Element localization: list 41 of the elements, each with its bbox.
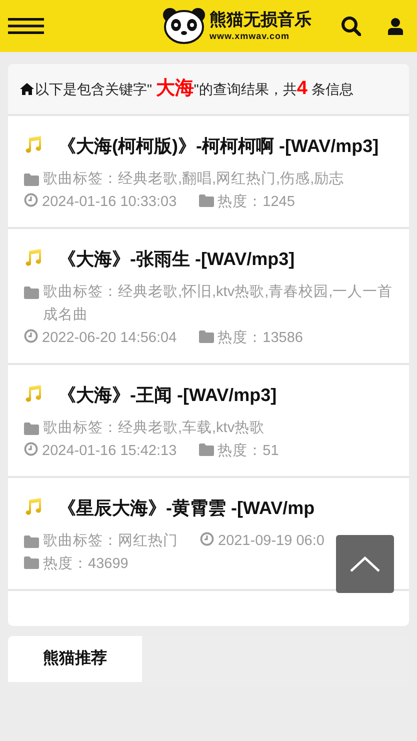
song-tags: 歌曲标签：经典老歌,翻唱,网红热门,伤感,励志	[43, 168, 344, 191]
heat-count: 热度：51	[218, 443, 279, 459]
song-tags: 歌曲标签：网红热门	[43, 530, 178, 553]
song-tags: 歌曲标签：经典老歌,车载,ktv热歌	[43, 417, 265, 440]
clock-icon	[24, 329, 38, 343]
song-title-link[interactable]: 《星辰大海》-黄霄雲 -[WAV/mp	[24, 490, 397, 526]
music-note-icon	[24, 249, 42, 266]
song-title-link[interactable]: 《大海》-王闻 -[WAV/mp3]	[24, 377, 397, 413]
publish-date: 2024-01-16 15:42:13	[42, 443, 177, 459]
tab[interactable]: 熊猫推荐	[8, 636, 142, 682]
heat-count: 热度：43699	[43, 556, 128, 572]
heat-count: 热度：13586	[218, 330, 303, 346]
publish-date: 2024-01-16 10:33:03	[42, 194, 177, 210]
clock-icon	[24, 193, 38, 207]
clock-icon	[24, 442, 38, 456]
music-note-icon	[24, 136, 42, 153]
folder-icon	[24, 535, 39, 548]
folder-icon	[198, 194, 214, 207]
folder-icon	[198, 330, 214, 343]
folder-icon	[24, 422, 39, 435]
folder-icon	[24, 173, 39, 186]
heat-count: 热度：1245	[218, 194, 295, 210]
song-tags: 歌曲标签：经典老歌,怀旧,ktv热歌,青春校园,一人一首成名曲	[43, 281, 397, 327]
menu-icon[interactable]	[8, 18, 44, 34]
search-icon[interactable]	[341, 16, 361, 36]
publish-date: 2022-06-20 14:56:04	[42, 330, 177, 346]
folder-icon	[24, 556, 39, 569]
song-title-link[interactable]: 《大海(柯柯版)》-柯柯柯啊 -[WAV/mp3]	[24, 128, 397, 164]
folder-icon	[24, 286, 39, 299]
clock-icon	[200, 532, 214, 546]
chevron-up-icon	[350, 556, 380, 572]
song-title-link[interactable]: 《大海》-张雨生 -[WAV/mp3]	[24, 241, 397, 277]
back-to-top-button[interactable]	[336, 535, 394, 593]
panda-icon	[162, 6, 206, 46]
search-summary: 以下是包含关键字" 大海"的查询结果，共4 条信息	[35, 76, 354, 101]
music-note-icon	[24, 498, 42, 515]
home-icon	[20, 83, 34, 95]
folder-icon	[198, 443, 214, 456]
user-icon[interactable]	[388, 18, 403, 34]
music-note-icon	[24, 385, 42, 402]
publish-date: 2021-09-19 06:0	[218, 533, 324, 549]
